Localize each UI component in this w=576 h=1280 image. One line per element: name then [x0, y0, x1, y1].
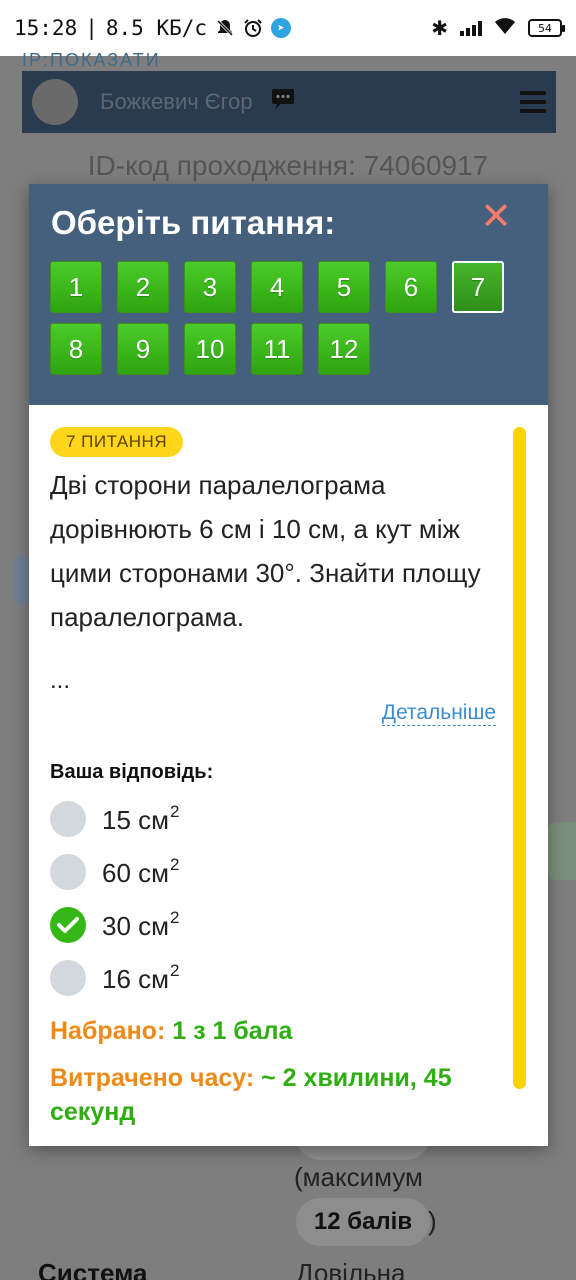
radio-unchecked[interactable] [50, 960, 86, 996]
app-header: Божкевич Єгор [22, 71, 556, 133]
scrollbar[interactable] [513, 427, 526, 1089]
question-button-10[interactable]: 10 [184, 323, 236, 375]
radio-unchecked[interactable] [50, 801, 86, 837]
attempt-id: ID-код проходження: 74060917 [87, 150, 489, 181]
time-label: Витрачено часу: [50, 1064, 255, 1092]
details-link[interactable]: Детальніше [381, 701, 496, 726]
question-button-3[interactable]: 3 [184, 261, 236, 313]
alarm-icon [243, 18, 263, 38]
check-icon[interactable] [50, 907, 86, 943]
avatar[interactable] [32, 79, 78, 125]
option-label: 60 см2 [102, 855, 180, 888]
background-element [548, 822, 576, 880]
modal-title: Оберіть питання: [51, 204, 336, 241]
question-ellipsis: ... [50, 667, 71, 694]
system-value: Довільна [296, 1258, 406, 1280]
question-panel: 7 ПИТАННЯ Дві сторони паралелограма дорі… [29, 405, 548, 1146]
question-picker-modal: Оберіть питання: ✕ 1 2 3 4 5 6 7 8 9 10 … [29, 184, 548, 1146]
network-speed: 8.5 КБ/с [105, 16, 208, 40]
chat-icon[interactable] [271, 88, 295, 116]
your-answer-label: Ваша відповідь: [50, 761, 214, 783]
question-button-5[interactable]: 5 [318, 261, 370, 313]
ip-toggle[interactable]: IP:ПОКАЗАТИ [22, 50, 161, 71]
status-bar: 15:28 | 8.5 КБ/с ➤ ✱ 54 [0, 0, 576, 56]
question-button-4[interactable]: 4 [251, 261, 303, 313]
time-spent-line: Витрачено часу: ~ 2 хвилини, 45 секунд [50, 1061, 510, 1129]
question-button-8[interactable]: 8 [50, 323, 102, 375]
bluetooth-icon: ✱ [431, 16, 448, 40]
wifi-icon [494, 16, 516, 40]
question-button-7-current[interactable]: 7 [452, 261, 504, 313]
modal-header: Оберіть питання: ✕ 1 2 3 4 5 6 7 8 9 10 … [29, 184, 548, 405]
battery-icon: 54 [528, 19, 565, 37]
option-label: 16 см2 [102, 961, 180, 994]
max-close: ) [428, 1206, 437, 1236]
answer-option[interactable]: 60 см2 [50, 854, 180, 890]
option-label: 30 см2 [102, 908, 180, 941]
answer-option[interactable]: 16 см2 [50, 960, 180, 996]
max-points: 12 балів [296, 1198, 430, 1246]
answer-options: 15 см2 60 см2 30 см2 16 см2 [50, 801, 180, 996]
answer-option[interactable]: 15 см2 [50, 801, 180, 837]
clock: 15:28 [14, 16, 78, 40]
max-label: (максимум [294, 1162, 423, 1192]
answer-option-selected[interactable]: 30 см2 [50, 907, 180, 943]
question-grid: 1 2 3 4 5 6 7 8 9 10 11 12 [50, 261, 530, 375]
question-badge: 7 ПИТАННЯ [50, 427, 184, 457]
question-button-11[interactable]: 11 [251, 323, 303, 375]
signal-icon [460, 20, 482, 36]
question-button-1[interactable]: 1 [50, 261, 102, 313]
telegram-icon: ➤ [271, 18, 292, 38]
radio-unchecked[interactable] [50, 854, 86, 890]
close-icon[interactable]: ✕ [480, 198, 512, 236]
question-button-9[interactable]: 9 [117, 323, 169, 375]
question-button-2[interactable]: 2 [117, 261, 169, 313]
question-text: Дві сторони паралелограма дорівнюють 6 с… [50, 470, 481, 632]
question-button-12[interactable]: 12 [318, 323, 370, 375]
score-label: Набрано: [50, 1017, 166, 1045]
system-label: Система [38, 1258, 148, 1280]
score-value: 1 з 1 бала [172, 1017, 293, 1045]
user-name: Божкевич Єгор [100, 89, 253, 114]
menu-icon[interactable] [520, 91, 546, 113]
option-label: 15 см2 [102, 802, 180, 835]
score-line: Набрано: 1 з 1 бала [50, 1017, 292, 1046]
mute-bell-icon [215, 18, 235, 38]
question-button-6[interactable]: 6 [385, 261, 437, 313]
